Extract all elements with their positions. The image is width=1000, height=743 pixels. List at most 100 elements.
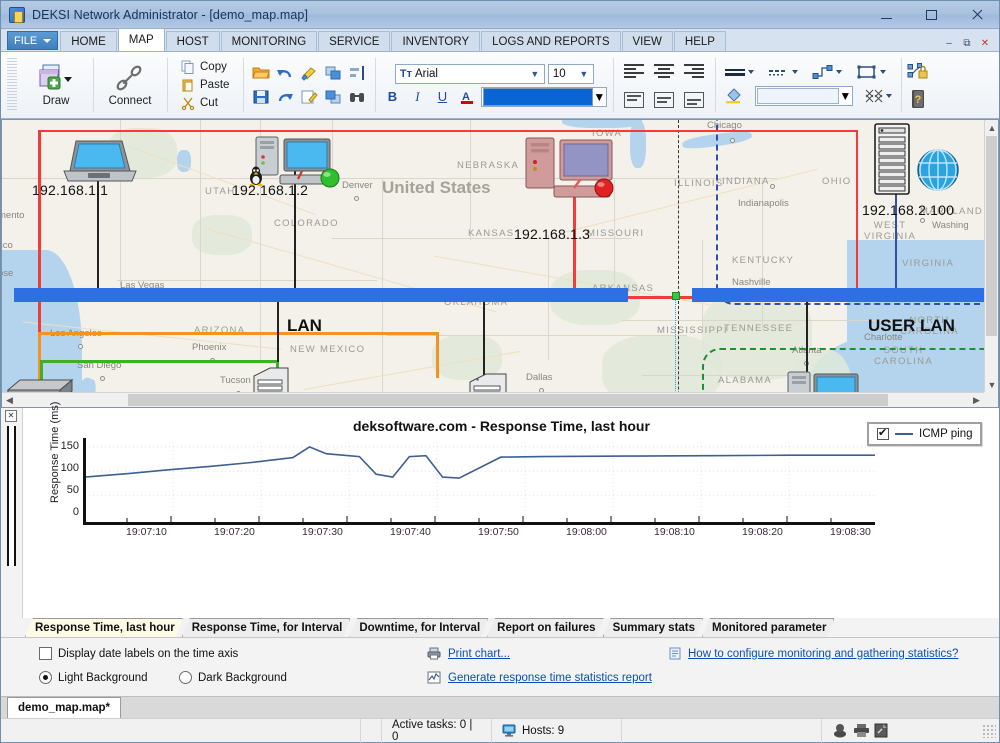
svg-text:*: * — [476, 377, 479, 386]
fill-bucket-button[interactable] — [721, 88, 747, 104]
ribbon-tab-help[interactable]: HELP — [673, 31, 726, 51]
paste-button[interactable]: Paste — [177, 77, 233, 94]
scroll-down-arrow[interactable]: ▼ — [985, 377, 998, 392]
chart-tab-report-on-failures[interactable]: Report on failures — [487, 618, 603, 637]
chart-area[interactable]: deksoftware.com - Response Time, last ho… — [23, 402, 999, 618]
resize-grip[interactable] — [982, 723, 996, 738]
network-map-panel[interactable]: United States NEBRASKA IOWA UTAH COLORAD… — [1, 119, 999, 408]
chart-tab-monitored-parameter[interactable]: Monitored parameter — [702, 618, 834, 637]
chart-x-tick: 19:07:50 — [478, 526, 519, 538]
print-chart-row[interactable]: Print chart... — [427, 647, 510, 660]
light-background-radio[interactable]: Light Background — [39, 671, 148, 684]
lock-map-icon[interactable] — [907, 61, 929, 83]
align-top-icon[interactable] — [623, 89, 645, 111]
panel-splitter-handle[interactable] — [7, 426, 16, 566]
map-node-192-168-1-102[interactable]: * — [464, 372, 536, 392]
mdi-minimize-button[interactable]: – — [941, 36, 957, 51]
chart-tab-response-time-last-hour[interactable]: Response Time, last hour — [25, 618, 183, 637]
format-painter-icon[interactable] — [298, 62, 320, 84]
ribbon-tab-service[interactable]: SERVICE — [318, 31, 391, 51]
ribbon-tab-label: MAP — [128, 34, 154, 46]
connector-style-button[interactable] — [809, 64, 845, 80]
ribbon-tab-monitoring[interactable]: MONITORING — [220, 31, 318, 51]
chart-tab-response-time-for-interval[interactable]: Response Time, for Interval — [182, 618, 351, 637]
generate-report-row[interactable]: Generate response time statistics report — [427, 671, 652, 684]
info-book-icon[interactable]: ? — [907, 88, 929, 110]
pattern-fill-button[interactable] — [861, 88, 895, 104]
generate-report-link[interactable]: Generate response time statistics report — [448, 672, 652, 684]
close-icon[interactable]: ✕ — [5, 410, 17, 422]
map-hscroll-thumb[interactable] — [128, 394, 888, 406]
window-maximize-button[interactable] — [909, 1, 954, 29]
print-chart-link[interactable]: Print chart... — [448, 648, 510, 660]
legend-series-checkbox[interactable] — [877, 426, 889, 440]
italic-button[interactable]: I — [406, 87, 428, 107]
copy-button[interactable]: Copy — [177, 59, 233, 76]
window-minimize-button[interactable] — [864, 1, 909, 29]
map-node-192-168-2-100[interactable] — [871, 122, 919, 205]
ribbon-grip-handle[interactable] — [7, 58, 17, 112]
align-center-icon[interactable] — [653, 60, 675, 82]
open-folder-icon[interactable] — [250, 62, 272, 84]
help-link-row[interactable]: How to configure monitoring and gatherin… — [669, 647, 958, 660]
mdi-close-button[interactable]: ✕ — [977, 36, 993, 51]
dark-background-radio[interactable]: Dark Background — [179, 671, 287, 684]
redo-icon[interactable] — [274, 86, 296, 108]
bold-button[interactable]: B — [381, 87, 403, 107]
align-middle-icon[interactable] — [653, 89, 675, 111]
align-bottom-icon[interactable] — [683, 89, 705, 111]
align-left-icon[interactable] — [623, 60, 645, 82]
map-city-dot — [100, 376, 105, 381]
bring-forward-icon[interactable] — [322, 62, 344, 84]
ribbon-tab-logs-and-reports[interactable]: LOGS AND REPORTS — [481, 31, 621, 51]
font-color-button[interactable]: A — [456, 87, 478, 107]
map-node-192-168-3-1[interactable] — [784, 370, 864, 392]
window-close-button[interactable] — [954, 1, 999, 29]
map-node-192-168-1-100[interactable] — [6, 372, 76, 392]
align-icon[interactable] — [346, 62, 368, 84]
lan-selection-bar[interactable] — [14, 288, 628, 302]
chart-tab-downtime-for-interval[interactable]: Downtime, for Interval — [349, 618, 488, 637]
scroll-right-arrow[interactable]: ▶ — [969, 393, 984, 407]
ribbon-tab-view[interactable]: VIEW — [621, 31, 673, 51]
ribbon-tab-home[interactable]: HOME — [60, 31, 117, 51]
map-horizontal-scrollbar[interactable]: ◀ ▶ — [2, 392, 984, 407]
selection-handle[interactable] — [672, 292, 680, 300]
fill-bucket-icon — [726, 88, 742, 104]
map-vertical-scrollbar[interactable]: ▲ ▼ — [984, 120, 998, 392]
fill-color-select[interactable]: ▼ — [755, 86, 854, 106]
ribbon-tab-host[interactable]: HOST — [165, 31, 220, 51]
shape-outline-button[interactable] — [853, 64, 889, 80]
align-right-icon[interactable] — [683, 60, 705, 82]
user-lan-selection-bar[interactable] — [692, 288, 984, 302]
connect-button[interactable]: Connect — [99, 56, 161, 114]
mdi-restore-button[interactable]: ⧉ — [959, 36, 975, 51]
chart-legend[interactable]: ICMP ping — [867, 422, 983, 446]
find-icon[interactable] — [346, 86, 368, 108]
ribbon-tab-map[interactable]: MAP — [117, 28, 165, 51]
save-icon[interactable] — [250, 86, 272, 108]
map-node-192-168-1-101[interactable] — [248, 366, 322, 392]
map-canvas[interactable]: United States NEBRASKA IOWA UTAH COLORAD… — [2, 120, 984, 392]
undo-icon[interactable] — [274, 62, 296, 84]
underline-button[interactable]: U — [431, 87, 453, 107]
ribbon-tab-inventory[interactable]: INVENTORY — [391, 31, 481, 51]
line-weight-button[interactable] — [721, 65, 757, 79]
chevron-down-icon — [748, 70, 755, 74]
display-date-labels-checkbox[interactable]: Display date labels on the time axis — [39, 647, 238, 660]
scroll-up-arrow[interactable]: ▲ — [985, 120, 998, 135]
line-color-select[interactable]: ▼ — [481, 86, 608, 107]
edit-note-icon[interactable] — [298, 86, 320, 108]
draw-button[interactable]: Draw — [25, 56, 87, 114]
send-backward-icon[interactable] — [322, 86, 344, 108]
chart-tab-summary-stats[interactable]: Summary stats — [603, 618, 703, 637]
scroll-left-arrow[interactable]: ◀ — [2, 393, 17, 407]
line-dash-button[interactable] — [765, 65, 801, 79]
font-size-select[interactable]: 10 ▼ — [547, 63, 594, 84]
cut-button[interactable]: Cut — [177, 95, 233, 112]
help-link[interactable]: How to configure monitoring and gatherin… — [688, 648, 958, 660]
font-family-select[interactable]: Tт Arial ▼ — [394, 63, 545, 84]
document-tab-demo-map[interactable]: demo_map.map* — [7, 697, 122, 718]
map-vscroll-thumb[interactable] — [986, 136, 997, 336]
file-menu-tab[interactable]: FILE — [7, 31, 59, 50]
